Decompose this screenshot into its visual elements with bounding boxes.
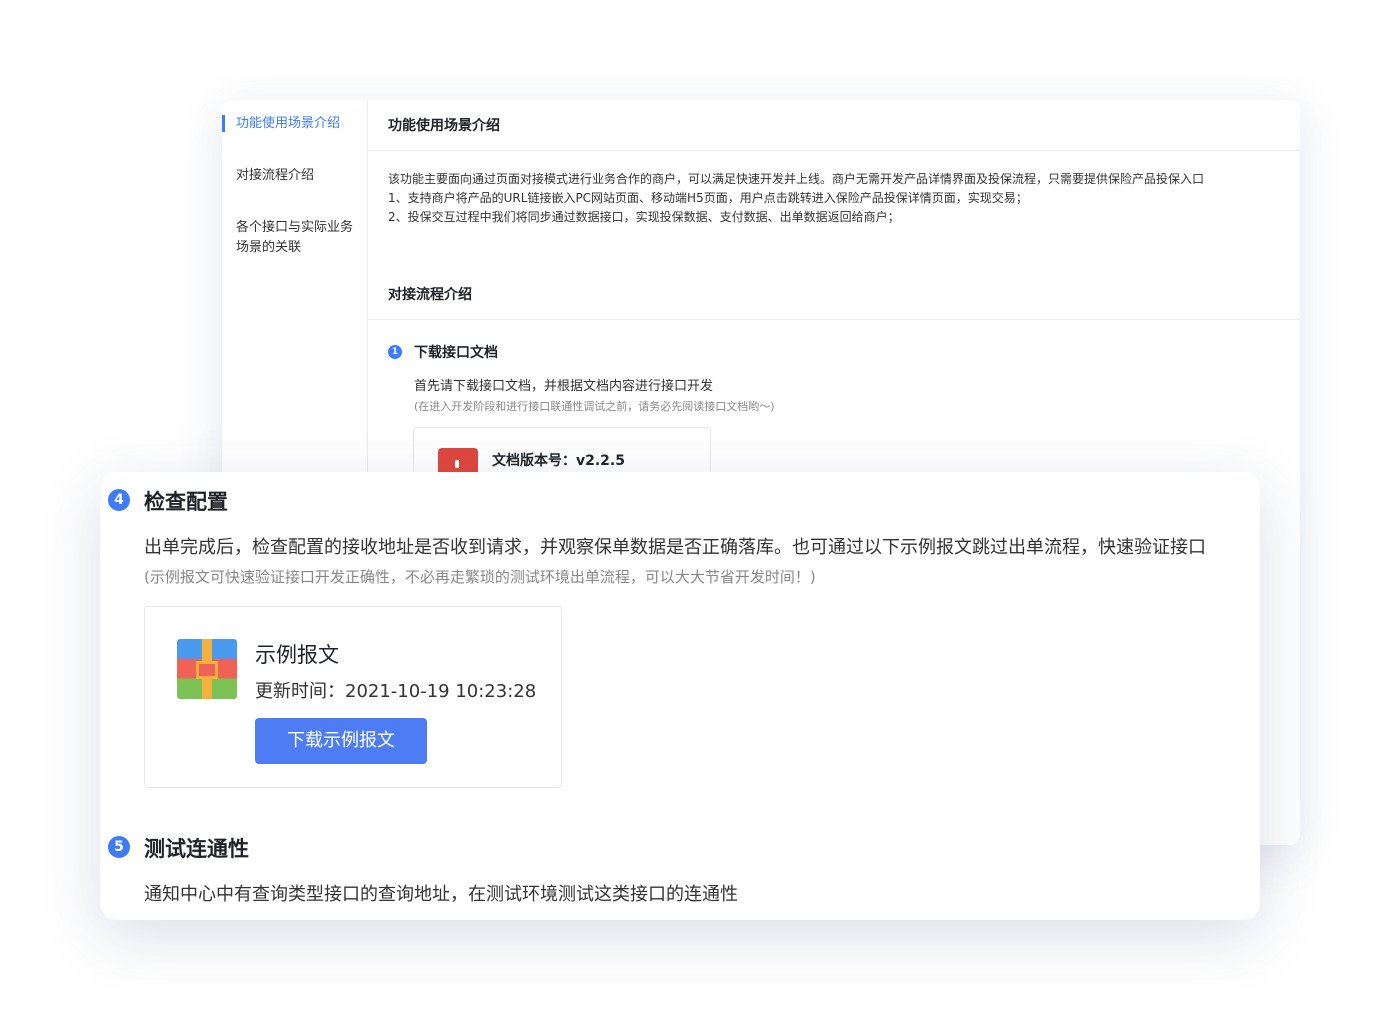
intro-text: 该功能主要面向通过页面对接模式进行业务合作的商户，可以满足快速开发并上线。商户无…: [388, 170, 1204, 227]
step4-desc: 出单完成后，检查配置的接收地址是否收到请求，并观察保单数据是否正确落库。也可通过…: [144, 537, 1206, 558]
step4-note: (示例报文可快速验证接口开发正确性，不必再走繁琐的测试环境出单流程，可以大大节省…: [144, 568, 816, 586]
intro-line: 该功能主要面向通过页面对接模式进行业务合作的商户，可以满足快速开发并上线。商户无…: [388, 172, 1205, 186]
step5-title: 测试连通性: [144, 837, 249, 861]
update-time: 更新时间：2021-10-19 10:23:28: [255, 681, 537, 702]
sidebar-item-relation[interactable]: 各个接口与实际业务场景的关联: [236, 218, 356, 258]
doc-version-label: 文档版本号：v2.2.5: [492, 453, 625, 469]
intro-line: 1、支持商户将产品的URL链接嵌入PC网站页面、移动端H5页面，用户点击跳转进入…: [388, 191, 1028, 205]
divider: [368, 319, 1300, 320]
sidebar-item-process[interactable]: 对接流程介绍: [236, 166, 356, 186]
download-sample-button[interactable]: 下载示例报文: [255, 718, 427, 764]
step-number-badge: 4: [108, 489, 130, 511]
sidebar-item-scenario[interactable]: 功能使用场景介绍: [236, 114, 356, 134]
zoomed-detail-card: 4 检查配置 出单完成后，检查配置的接收地址是否收到请求，并观察保单数据是否正确…: [100, 472, 1260, 920]
section-title-scenario: 功能使用场景介绍: [388, 118, 500, 134]
active-indicator: [222, 115, 225, 132]
step1-desc: 首先请下载接口文档，并根据文档内容进行接口开发: [414, 379, 714, 394]
step-number-badge: 1: [388, 345, 402, 359]
step4-title: 检查配置: [144, 490, 228, 514]
section-title-process: 对接流程介绍: [388, 287, 472, 303]
step-number-badge: 5: [108, 836, 130, 858]
step1-title: 下载接口文档: [414, 345, 498, 361]
intro-line: 2、投保交互过程中我们将同步通过数据接口，实现投保数据、支付数据、出单数据返回给…: [388, 210, 900, 224]
zip-archive-icon: [177, 639, 237, 699]
sample-title: 示例报文: [255, 643, 339, 667]
step1-note: (在进入开发阶段和进行接口联通性调试之前，请务必先阅读接口文档哟～): [414, 400, 775, 413]
divider: [368, 150, 1300, 151]
step5-desc: 通知中心中有查询类型接口的查询地址，在测试环境测试这类接口的连通性: [144, 884, 738, 905]
sample-message-card: 示例报文 更新时间：2021-10-19 10:23:28 下载示例报文: [144, 606, 562, 788]
